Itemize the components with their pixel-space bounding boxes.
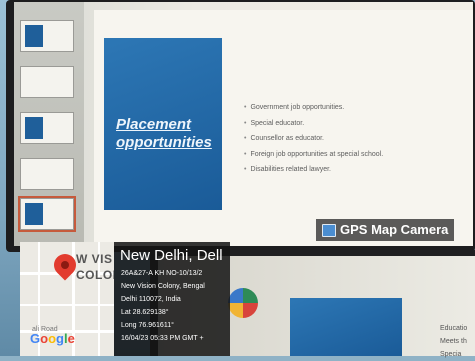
latitude: Lat 28.629138° — [121, 309, 169, 316]
slide-thumbnail[interactable] — [20, 66, 74, 98]
slide-title: Placement opportunities — [116, 116, 212, 151]
longitude: Long 76.961611° — [121, 322, 174, 329]
gps-map-camera-badge: GPS Map Camera — [316, 219, 455, 241]
image-icon — [322, 223, 336, 237]
address-line: 26A&27-A KH NO-10/13/2 — [121, 270, 203, 277]
map-area-label: COLON — [76, 268, 114, 282]
colorful-logo-icon — [228, 288, 258, 318]
slide-bullet: Foreign job opportunities at special sch… — [244, 147, 383, 163]
google-logo: Google — [30, 331, 75, 346]
gps-badge-label: GPS Map Camera — [340, 222, 449, 237]
slide-bullet: Counsellor as educator. — [244, 131, 383, 147]
slide-bullet: Special educator. — [244, 116, 383, 132]
slide-title-block: Placement opportunities — [104, 38, 222, 210]
address-line: New Vision Colony, Bengal — [121, 283, 205, 290]
slide-thumbnail[interactable] — [20, 158, 74, 190]
slide-thumbnail[interactable] — [20, 112, 74, 144]
map-area-label: W VIS — [76, 252, 113, 266]
slide-thumbnail-selected[interactable] — [18, 196, 76, 232]
slide-bullet-list: Government job opportunities. Special ed… — [244, 100, 383, 178]
map-thumbnail: W VIS COLON ali Road Google — [20, 242, 114, 356]
slide-thumbnail[interactable] — [20, 20, 74, 52]
slide-canvas: Placement opportunities Government job o… — [94, 10, 473, 246]
location-info-panel: New Delhi, Dell 26A&27-A KH NO-10/13/2 N… — [114, 242, 230, 356]
location-city: New Delhi, Dell — [120, 247, 223, 264]
slide-bullet-list: Educatio Meets th Specia — [440, 322, 467, 361]
slide-bullet: Meets th — [440, 338, 467, 345]
slide-bullet: Specia — [440, 351, 462, 358]
datetime: 16/04/23 05:33 PM GMT + — [121, 335, 204, 342]
address-line: Delhi 110072, India — [121, 296, 181, 303]
slide-bullet: Government job opportunities. — [244, 100, 383, 116]
upper-screen: Placement opportunities Government job o… — [14, 2, 473, 246]
upper-monitor: Placement opportunities Government job o… — [6, 0, 475, 252]
slide-thumbnail-panel — [14, 2, 84, 246]
slide-bullet: Disabilities related lawyer. — [244, 162, 383, 178]
slide-title-block — [290, 298, 402, 356]
slide-bullet: Educatio — [440, 325, 468, 332]
